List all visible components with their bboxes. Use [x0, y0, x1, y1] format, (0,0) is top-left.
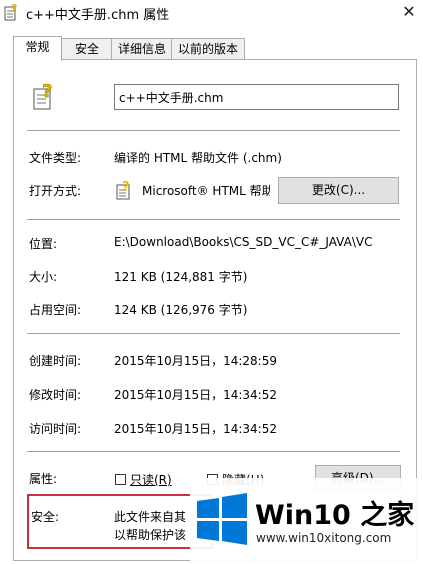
- chm-file-icon: ?: [32, 79, 60, 113]
- divider: [27, 219, 400, 220]
- attributes-label: 属性:: [29, 472, 58, 486]
- divider: [27, 130, 400, 131]
- close-icon[interactable]: ✕: [398, 1, 420, 23]
- accessed-value: 2015年10月15日，14:34:52: [114, 422, 277, 436]
- open-with-label: 打开方式:: [29, 184, 82, 198]
- file-type-label: 文件类型:: [29, 151, 82, 165]
- svg-text:?: ?: [42, 81, 52, 102]
- modified-label: 修改时间:: [29, 388, 82, 402]
- created-value: 2015年10月15日，14:28:59: [114, 354, 277, 368]
- tab-general[interactable]: 常规: [13, 36, 62, 61]
- size-on-disk-label: 占用空间:: [29, 303, 82, 317]
- size-value: 121 KB (124,881 字节): [114, 270, 248, 284]
- window-title: c++中文手册.chm 属性: [26, 8, 170, 23]
- tab-details[interactable]: 详细信息: [111, 38, 173, 60]
- tab-previous-versions[interactable]: 以前的版本: [171, 38, 245, 60]
- watermark-url: www.win10xitong.com: [256, 531, 392, 545]
- svg-text:?: ?: [122, 180, 130, 195]
- change-button[interactable]: 更改(C)...: [278, 177, 399, 204]
- size-on-disk-value: 124 KB (126,976 字节): [114, 303, 248, 317]
- help-app-icon: ?: [115, 179, 135, 201]
- windows-logo-icon: [195, 492, 249, 546]
- readonly-checkbox[interactable]: [115, 474, 126, 485]
- security-text-line1: 此文件来自其: [114, 510, 187, 524]
- created-label: 创建时间:: [29, 354, 82, 368]
- size-label: 大小:: [29, 270, 58, 284]
- security-label: 安全:: [31, 510, 60, 524]
- readonly-label[interactable]: 只读(R): [130, 471, 172, 488]
- divider: [27, 333, 400, 334]
- modified-value: 2015年10月15日，14:34:52: [114, 388, 277, 402]
- divider: [27, 451, 400, 452]
- location-label: 位置:: [29, 237, 58, 251]
- location-value: E:\Download\Books\CS_SD_VC_C#_JAVA\VC: [114, 235, 373, 249]
- tab-security[interactable]: 安全: [61, 38, 113, 60]
- security-text-line2: 以帮助保护该: [114, 528, 187, 542]
- watermark-title: Win10 之家: [255, 500, 415, 531]
- filename-field[interactable]: c++中文手册.chm: [114, 84, 399, 110]
- file-type-value: 编译的 HTML 帮助文件 (.chm): [114, 151, 282, 165]
- accessed-label: 访问时间:: [29, 422, 82, 436]
- chm-file-icon: ?: [4, 2, 20, 21]
- title-bar: ? c++中文手册.chm 属性 ✕: [0, 0, 423, 24]
- svg-text:?: ?: [11, 3, 17, 15]
- open-with-value: Microsoft® HTML 帮助: [142, 184, 270, 198]
